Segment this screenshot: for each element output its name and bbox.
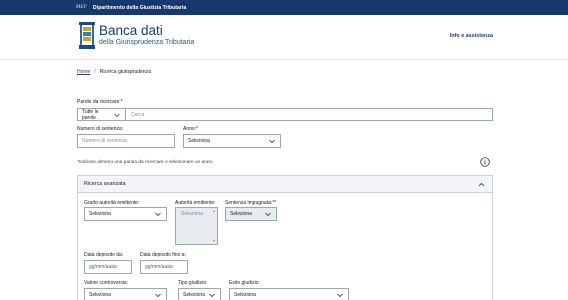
required-note: *Indicare almeno una parola da ricercare… bbox=[77, 160, 214, 165]
tipo-select[interactable]: Seleziona bbox=[178, 288, 221, 300]
scroll-down-icon[interactable]: ▼ bbox=[212, 239, 216, 243]
search-label: Parole da ricercare:* bbox=[77, 99, 123, 105]
breadcrumb: Home / Ricerca giurisprudenza bbox=[77, 69, 151, 75]
search-mode-select[interactable]: Tutte le parole bbox=[78, 108, 126, 121]
deposito-a-label: Data deposito fino a: bbox=[140, 252, 186, 258]
chevron-down-icon bbox=[155, 293, 161, 298]
search-input[interactable]: Cerca bbox=[126, 109, 492, 120]
chevron-up-icon[interactable] bbox=[477, 180, 486, 189]
advanced-search-panel: Ricerca avanzata Grado autorità emittent… bbox=[77, 175, 493, 300]
grado-label: Grado autorità emittente: bbox=[84, 200, 140, 206]
breadcrumb-home[interactable]: Home bbox=[77, 69, 90, 75]
site-header: Banca dati della Giurisprudenza Tributar… bbox=[0, 15, 568, 56]
logo-icon[interactable] bbox=[79, 22, 95, 49]
search-mode-value: Tutte le parole bbox=[82, 108, 99, 121]
search-group: Tutte le parole Cerca bbox=[77, 108, 493, 121]
deposito-a-input[interactable]: gg/mm/aaaa bbox=[140, 260, 188, 274]
valore-select-value: Seleziona bbox=[89, 292, 111, 298]
grado-select-value: Seleziona bbox=[89, 211, 111, 217]
breadcrumb-current: Ricerca giurisprudenza bbox=[99, 69, 151, 75]
advanced-search-header[interactable]: Ricerca avanzata bbox=[78, 176, 492, 193]
deposito-da-label: Data deposito da: bbox=[84, 252, 124, 258]
advanced-search-title: Ricerca avanzata bbox=[84, 181, 126, 187]
chevron-down-icon bbox=[114, 113, 120, 117]
autorita-label: Autorità emittente: bbox=[175, 200, 216, 206]
year-select[interactable]: Seleziona bbox=[183, 134, 281, 148]
department-link[interactable]: Dipartimento della Giustizia Tributaria bbox=[93, 5, 186, 11]
esito-select[interactable]: Seleziona bbox=[229, 288, 349, 300]
esito-label: Esito giudizio: bbox=[229, 280, 260, 286]
grado-select[interactable]: Seleziona bbox=[84, 207, 167, 221]
impugnata-select[interactable]: Seleziona bbox=[225, 207, 277, 221]
ministry-logo[interactable]: MEF bbox=[76, 5, 87, 10]
top-bar: MEF Dipartimento della Giustizia Tributa… bbox=[0, 0, 568, 15]
chevron-down-icon bbox=[209, 293, 215, 298]
esito-select-value: Seleziona bbox=[234, 292, 256, 298]
site-title[interactable]: Banca dati bbox=[99, 24, 163, 38]
autorita-listbox-value: Seleziona bbox=[181, 211, 203, 217]
scroll-up-icon[interactable]: ▲ bbox=[212, 209, 216, 213]
chevron-down-icon bbox=[337, 293, 343, 298]
valore-label: Valore controversia: bbox=[84, 280, 129, 286]
chevron-down-icon bbox=[269, 139, 275, 144]
info-assistance-link[interactable]: Info e assistenza bbox=[450, 33, 493, 39]
impugnata-label: Sentenza impugnata:** bbox=[225, 200, 277, 206]
valore-select[interactable]: Seleziona bbox=[84, 288, 167, 300]
site-subtitle[interactable]: della Giurisprudenza Tributaria bbox=[99, 39, 194, 47]
sentence-number-input[interactable]: Numero di sentenza bbox=[77, 134, 175, 148]
chevron-down-icon bbox=[155, 212, 161, 217]
header-divider bbox=[0, 59, 568, 60]
info-icon[interactable] bbox=[480, 157, 490, 167]
deposito-da-input[interactable]: gg/mm/aaaa bbox=[84, 260, 132, 274]
breadcrumb-separator: / bbox=[94, 69, 96, 75]
sentence-number-label: Numero di sentenza: bbox=[77, 126, 124, 132]
chevron-down-icon bbox=[265, 212, 271, 217]
year-select-value: Seleziona bbox=[188, 138, 210, 144]
autorita-listbox[interactable]: Seleziona ▲ ▼ bbox=[175, 207, 218, 245]
impugnata-select-value: Seleziona bbox=[230, 211, 252, 217]
year-label: Anno:* bbox=[183, 126, 199, 132]
tipo-label: Tipo giudizio: bbox=[178, 280, 208, 286]
tipo-select-value: Seleziona bbox=[183, 292, 205, 298]
